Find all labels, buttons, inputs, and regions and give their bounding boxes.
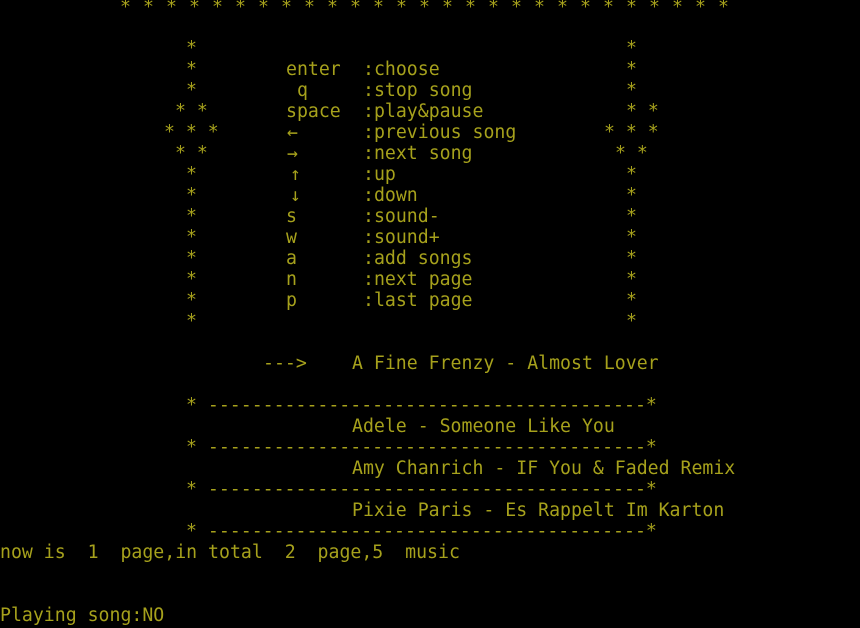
menu-item-next: * * → :next song * * <box>0 143 648 164</box>
separator-line: * --------------------------------------… <box>186 521 657 542</box>
menu-item-sound-up: * w :sound+ * <box>0 227 637 248</box>
menu-desc: :stop song <box>363 80 473 101</box>
down-arrow-icon: ↓ <box>290 185 301 206</box>
selected-song-row[interactable]: ---> A Fine Frenzy - Almost Lover <box>0 353 659 374</box>
song-list-item[interactable]: Amy Chanrich - IF You & Faded Remix <box>0 458 735 479</box>
frame-right: * <box>626 80 637 101</box>
left-arrow-icon: ← <box>287 122 298 143</box>
menu-desc: :choose <box>363 59 440 80</box>
song-separator: * --------------------------------------… <box>0 521 657 542</box>
frame-left: * <box>186 227 197 248</box>
menu-desc: :play&pause <box>363 101 484 122</box>
menu-desc: :next page <box>363 269 473 290</box>
frame-right: * <box>626 38 637 59</box>
menu-item-q: * q :stop song * <box>0 80 637 101</box>
menu-desc: :next song <box>363 143 473 164</box>
frame-left: * <box>186 59 197 80</box>
frame-right: * * <box>626 101 659 122</box>
menu-item-previous: * * * ← :previous song * * * <box>0 122 659 143</box>
song-title[interactable]: Amy Chanrich - IF You & Faded Remix <box>352 458 735 479</box>
menu-item-next-page: * n :next page * <box>0 269 637 290</box>
frame-right: * <box>626 164 637 185</box>
frame-left: * <box>186 290 197 311</box>
menu-desc: :last page <box>363 290 473 311</box>
frame-right: * <box>626 59 637 80</box>
frame-left: * <box>186 38 197 59</box>
menu-item-sound-down: * s :sound- * <box>0 206 637 227</box>
frame-left: * * <box>175 143 208 164</box>
frame-right: * <box>626 311 637 332</box>
right-arrow-icon: → <box>287 143 298 164</box>
up-arrow-icon: ↑ <box>290 164 301 185</box>
menu-key: enter <box>286 59 341 80</box>
menu-desc: :previous song <box>363 122 517 143</box>
frame-left: * <box>186 185 197 206</box>
menu-key: p <box>286 290 297 311</box>
separator-line: * --------------------------------------… <box>186 395 657 416</box>
terminal-window: * * * * * * * * * * * * * * * * * * * * … <box>0 0 860 628</box>
frame-right: * <box>626 290 637 311</box>
song-title[interactable]: Pixie Paris - Es Rappelt Im Karton <box>352 500 724 521</box>
menu-key: space <box>286 101 341 122</box>
separator-line: * --------------------------------------… <box>186 437 657 458</box>
frame-right: * <box>626 269 637 290</box>
frame-left: * * * <box>164 122 219 143</box>
menu-frame-row: * * <box>0 38 637 59</box>
song-list-item[interactable]: Adele - Someone Like You <box>0 416 615 437</box>
menu-desc: :up <box>363 164 396 185</box>
frame-right: * <box>626 227 637 248</box>
frame-left: * <box>186 80 197 101</box>
menu-item-add: * a :add songs * <box>0 248 637 269</box>
song-separator: * --------------------------------------… <box>0 437 657 458</box>
menu-key: a <box>286 248 297 269</box>
frame-left: * <box>186 164 197 185</box>
frame-left: * * <box>175 101 208 122</box>
menu-item-down: * ↓ :down * <box>0 185 637 206</box>
song-list-item[interactable]: Pixie Paris - Es Rappelt Im Karton <box>0 500 724 521</box>
frame-right: * <box>626 185 637 206</box>
menu-key: w <box>286 227 297 248</box>
page-info-text: now is 1 page,in total 2 page,5 music <box>0 542 460 563</box>
menu-frame-row: * * <box>0 311 637 332</box>
menu-item-space: * * space :play&pause * * <box>0 101 659 122</box>
page-status: now is 1 page,in total 2 page,5 music <box>0 542 460 563</box>
song-separator: * --------------------------------------… <box>0 395 657 416</box>
header-star-border: * * * * * * * * * * * * * * * * * * * * … <box>0 0 729 18</box>
header-stars: * * * * * * * * * * * * * * * * * * * * … <box>120 0 730 18</box>
frame-left: * <box>186 206 197 227</box>
menu-item-up: * ↑ :up * <box>0 164 637 185</box>
song-title[interactable]: Adele - Someone Like You <box>352 416 615 437</box>
playing-status-text: Playing song:NO <box>0 605 165 626</box>
selected-song-title[interactable]: A Fine Frenzy - Almost Lover <box>352 353 659 374</box>
menu-desc: :down <box>363 185 418 206</box>
frame-left: * <box>186 248 197 269</box>
song-separator: * --------------------------------------… <box>0 479 657 500</box>
frame-right: * * * <box>604 122 659 143</box>
menu-item-last-page: * p :last page * <box>0 290 637 311</box>
menu-key: n <box>286 269 297 290</box>
menu-key: q <box>297 80 308 101</box>
frame-right: * <box>626 206 637 227</box>
menu-key: s <box>286 206 297 227</box>
playing-status: Playing song:NO <box>0 605 164 626</box>
selection-pointer: ---> <box>263 353 307 374</box>
separator-line: * --------------------------------------… <box>186 479 657 500</box>
frame-left: * <box>186 311 197 332</box>
menu-desc: :sound+ <box>363 227 440 248</box>
menu-desc: :add songs <box>363 248 473 269</box>
menu-item-enter: * enter :choose * <box>0 59 637 80</box>
menu-desc: :sound- <box>363 206 440 227</box>
frame-right: * * <box>615 143 648 164</box>
frame-right: * <box>626 248 637 269</box>
frame-left: * <box>186 269 197 290</box>
